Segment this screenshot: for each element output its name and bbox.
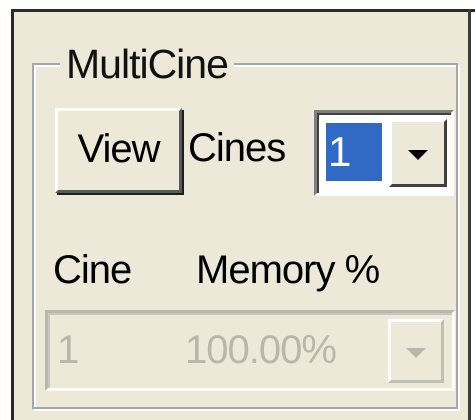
panel-border-left: [11, 9, 14, 420]
cine-memory-cine-value: 1: [57, 328, 80, 372]
cine-memory-dropdown-button: [388, 319, 444, 383]
cine-memory-select: 1 100.00%: [45, 310, 455, 391]
cines-selected-value[interactable]: 1: [326, 123, 382, 181]
cines-label: Cines: [188, 126, 286, 170]
cines-dropdown-button[interactable]: [389, 119, 447, 187]
cine-column-label: Cine: [53, 248, 132, 292]
cines-select[interactable]: 1: [314, 110, 454, 196]
groupbox-title: MultiCine: [60, 38, 234, 90]
chevron-down-icon: [406, 348, 426, 358]
panel-border-right: [468, 9, 471, 420]
view-button[interactable]: View: [55, 108, 182, 193]
window-edge-left: [0, 0, 11, 420]
memory-column-label: Memory %: [196, 248, 380, 292]
chevron-down-icon: [408, 150, 428, 160]
window-edge-top: [0, 0, 475, 9]
multicine-panel: MultiCine View Cines 1 Cine Memory % 1 1…: [0, 0, 475, 420]
window-edge-right: [471, 0, 475, 420]
panel-border-top: [11, 9, 475, 12]
cine-memory-percent-value: 100.00%: [185, 328, 337, 372]
